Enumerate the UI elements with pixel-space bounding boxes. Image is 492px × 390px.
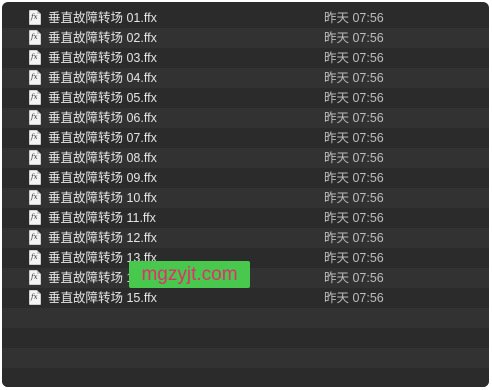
file-row[interactable]: fx 垂直故障转场 11.ffx 昨天 07:56 [2,208,489,228]
file-date: 昨天 07:56 [324,171,384,185]
file-date: 昨天 07:56 [324,291,384,305]
file-row[interactable]: fx 垂直故障转场 04.ffx 昨天 07:56 [2,68,489,88]
fx-file-icon: fx [29,50,41,65]
empty-row [2,368,489,387]
watermark-label: mgzyjt.com [129,261,250,288]
file-row[interactable]: fx 垂直故障转场 09.ffx 昨天 07:56 [2,168,489,188]
fx-file-icon: fx [29,150,41,165]
file-date: 昨天 07:56 [324,231,384,245]
fx-file-icon: fx [29,250,41,265]
file-name: 垂直故障转场 03.ffx [48,51,157,65]
fx-file-icon: fx [29,110,41,125]
file-date: 昨天 07:56 [324,111,384,125]
file-row[interactable]: fx 垂直故障转场 08.ffx 昨天 07:56 [2,148,489,168]
fx-file-icon: fx [29,90,41,105]
fx-file-icon: fx [29,70,41,85]
file-name: 垂直故障转场 12.ffx [48,231,157,245]
file-list: fx 垂直故障转场 01.ffx 昨天 07:56 fx 垂直故障转场 02.f… [2,8,489,387]
file-row[interactable]: fx 垂直故障转场 10.ffx 昨天 07:56 [2,188,489,208]
file-date: 昨天 07:56 [324,151,384,165]
file-date: 昨天 07:56 [324,131,384,145]
file-date: 昨天 07:56 [324,51,384,65]
file-name: 垂直故障转场 06.ffx [48,111,157,125]
file-row[interactable]: fx 垂直故障转场 07.ffx 昨天 07:56 [2,128,489,148]
file-name: 垂直故障转场 08.ffx [48,151,157,165]
file-date: 昨天 07:56 [324,31,384,45]
fx-file-icon: fx [29,170,41,185]
file-name: 垂直故障转场 05.ffx [48,91,157,105]
file-date: 昨天 07:56 [324,251,384,265]
file-name: 垂直故障转场 09.ffx [48,171,157,185]
file-date: 昨天 07:56 [324,191,384,205]
file-name: 垂直故障转场 04.ffx [48,71,157,85]
empty-row [2,348,489,368]
empty-row [2,328,489,348]
file-name: 垂直故障转场 01.ffx [48,11,157,25]
file-name: 垂直故障转场 15.ffx [48,291,157,305]
fx-file-icon: fx [29,230,41,245]
empty-row [2,308,489,328]
file-row[interactable]: fx 垂直故障转场 03.ffx 昨天 07:56 [2,48,489,68]
file-date: 昨天 07:56 [324,271,384,285]
file-name: 垂直故障转场 10.ffx [48,191,157,205]
file-row[interactable]: fx 垂直故障转场 01.ffx 昨天 07:56 [2,8,489,28]
fx-file-icon: fx [29,30,41,45]
file-name: 垂直故障转场 07.ffx [48,131,157,145]
file-row[interactable]: fx 垂直故障转场 05.ffx 昨天 07:56 [2,88,489,108]
file-row[interactable]: fx 垂直故障转场 15.ffx 昨天 07:56 [2,288,489,308]
fx-file-icon: fx [29,290,41,305]
fx-file-icon: fx [29,190,41,205]
file-name: 垂直故障转场 11.ffx [48,211,156,225]
file-date: 昨天 07:56 [324,211,384,225]
fx-file-icon: fx [29,130,41,145]
file-name: 垂直故障转场 02.ffx [48,31,157,45]
file-row[interactable]: fx 垂直故障转场 06.ffx 昨天 07:56 [2,108,489,128]
file-date: 昨天 07:56 [324,71,384,85]
file-date: 昨天 07:56 [324,91,384,105]
fx-file-icon: fx [29,270,41,285]
fx-file-icon: fx [29,10,41,25]
file-row[interactable]: fx 垂直故障转场 12.ffx 昨天 07:56 [2,228,489,248]
fx-file-icon: fx [29,210,41,225]
file-date: 昨天 07:56 [324,11,384,25]
finder-window: fx 垂直故障转场 01.ffx 昨天 07:56 fx 垂直故障转场 02.f… [2,2,489,387]
file-row[interactable]: fx 垂直故障转场 02.ffx 昨天 07:56 [2,28,489,48]
